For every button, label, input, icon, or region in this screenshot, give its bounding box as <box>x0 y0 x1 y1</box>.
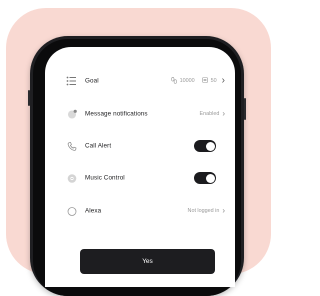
goal-values: 10000 50 › <box>170 75 225 86</box>
toggle-knob <box>205 141 215 151</box>
alexa-status: Not logged in <box>187 208 220 214</box>
phone-icon <box>66 141 77 152</box>
phone-side-button-left <box>28 90 30 106</box>
message-notifications-status-group: Enabled › <box>200 110 225 118</box>
phone-side-button-right <box>244 98 246 120</box>
chevron-right-icon: › <box>221 75 225 86</box>
settings-row-call-alert: Call Alert <box>45 136 235 156</box>
alexa-label: Alexa <box>85 207 102 215</box>
message-notifications-label: Message notifications <box>85 110 148 118</box>
chat-bubble-icon <box>66 109 77 120</box>
call-alert-toggle[interactable] <box>194 140 216 152</box>
message-notifications-status: Enabled <box>199 111 220 117</box>
alexa-status-group: Not logged in › <box>188 207 225 215</box>
chevron-right-icon: › <box>222 206 225 215</box>
music-disc-icon <box>66 173 77 184</box>
goal-calories-value: 50 <box>210 78 217 84</box>
goal-steps-value: 10000 <box>179 78 195 84</box>
phone-screen: Goal 10000 50 › Message notifications En… <box>45 47 235 287</box>
alexa-ring-icon <box>66 206 77 217</box>
chevron-right-icon: › <box>222 109 225 118</box>
yes-button[interactable]: Yes <box>80 249 215 274</box>
calories-icon <box>201 77 208 85</box>
settings-row-music-control: Music Control <box>45 168 235 188</box>
steps-icon <box>170 76 177 86</box>
toggle-knob <box>205 173 215 183</box>
settings-row-alexa[interactable]: Alexa Not logged in › <box>45 201 235 221</box>
music-control-toggle[interactable] <box>194 172 216 184</box>
settings-row-message-notifications[interactable]: Message notifications Enabled › <box>45 104 235 124</box>
music-control-label: Music Control <box>85 174 125 182</box>
goal-label: Goal <box>85 77 99 85</box>
list-icon <box>66 76 77 87</box>
settings-row-goal[interactable]: Goal 10000 50 › <box>45 71 235 91</box>
call-alert-label: Call Alert <box>85 142 112 150</box>
